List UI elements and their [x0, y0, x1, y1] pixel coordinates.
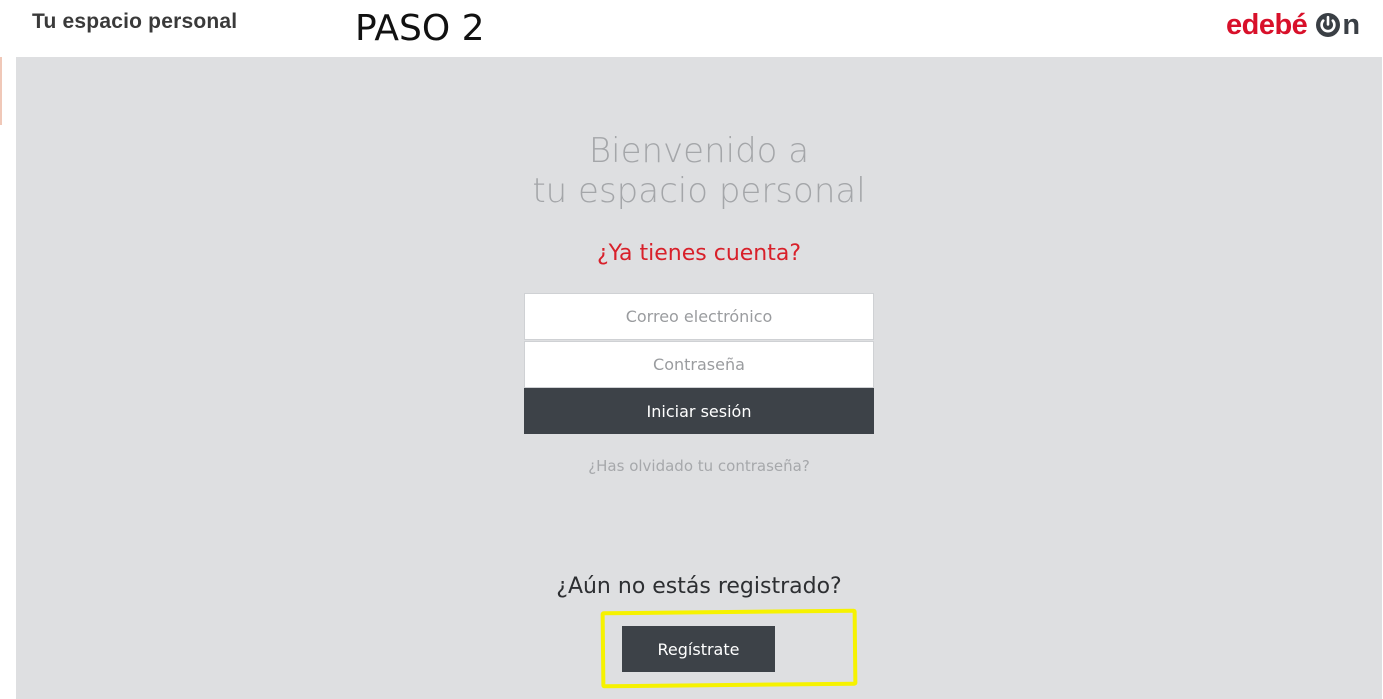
email-input[interactable]: [524, 293, 874, 340]
login-panel: Bienvenido a tu espacio personal ¿Ya tie…: [16, 57, 1382, 699]
step-label: PASO 2: [355, 8, 485, 49]
top-header: Tu espacio personal PASO 2 edebé n: [0, 0, 1383, 57]
welcome-line-2: tu espacio personal: [532, 171, 866, 211]
register-button[interactable]: Regístrate: [622, 626, 775, 672]
password-input[interactable]: [524, 341, 874, 388]
edebe-on-logo[interactable]: edebé n: [1226, 8, 1360, 42]
login-form: Iniciar sesión: [524, 293, 874, 434]
forgot-password-link[interactable]: ¿Has olvidado tu contraseña?: [16, 457, 1382, 475]
welcome-heading: Bienvenido a tu espacio personal: [16, 131, 1382, 211]
login-button[interactable]: Iniciar sesión: [524, 388, 874, 434]
logo-brand-text: edebé: [1226, 8, 1308, 41]
have-account-question: ¿Ya tienes cuenta?: [596, 241, 802, 266]
power-icon: [1315, 12, 1341, 38]
welcome-line-1: Bienvenido a: [588, 131, 810, 171]
header-title: Tu espacio personal: [32, 10, 238, 33]
not-registered-question: ¿Aún no estás registrado?: [556, 574, 842, 599]
logo-suffix-text: n: [1342, 8, 1361, 41]
